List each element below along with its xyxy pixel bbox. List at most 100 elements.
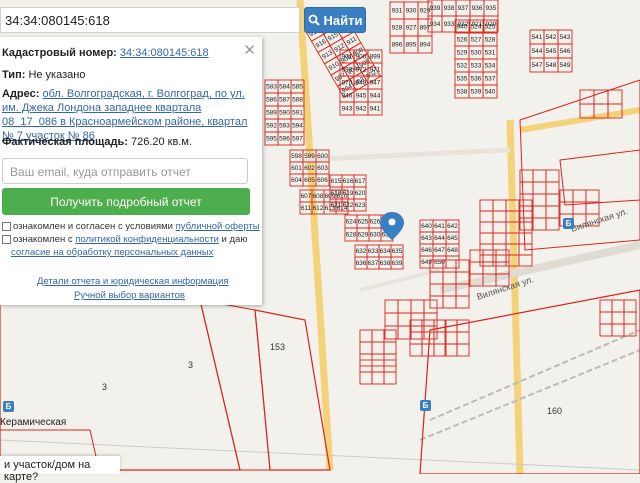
parcel-number: 526	[457, 37, 468, 44]
metro-poi[interactable]: Б	[3, 401, 14, 412]
parcel-label: 160	[547, 406, 562, 416]
personal-data-link[interactable]: согласие на обработку персональных данны…	[11, 247, 213, 258]
parcel-number: 592	[266, 123, 277, 130]
cadastral-link[interactable]: 34:34:080145:618	[120, 47, 209, 59]
address-link[interactable]: обл. Волгоградская, г. Волгоград, по ул.…	[2, 88, 247, 142]
parcel-number: 643	[421, 235, 432, 242]
parcel-number: 595	[266, 136, 277, 143]
parcel-number: 538	[457, 89, 468, 96]
privacy-checkbox[interactable]	[2, 235, 11, 244]
parcel-number: 630	[370, 232, 381, 239]
bus-stop-marker[interactable]: Б	[420, 400, 431, 411]
parcel-number: 594	[292, 123, 303, 130]
parcel-number: 611	[301, 205, 312, 212]
manual-select-link[interactable]: Ручной выбор вариантов	[74, 290, 185, 301]
parcel-number: 583	[266, 84, 277, 91]
offer-consent-text: ознакомлен и согласен с условиями публич…	[13, 220, 260, 233]
parcel-number: 547	[532, 62, 543, 69]
parcel-number: 599	[304, 153, 315, 160]
parcel-number: 603	[317, 165, 328, 172]
parcel-number: 527	[471, 37, 482, 44]
search-icon	[308, 14, 320, 26]
parcel-number: 534	[485, 63, 496, 70]
parcel-number: 589	[266, 110, 277, 117]
parcel-number: 587	[279, 97, 290, 104]
address-label: Адрес:	[2, 88, 40, 100]
parcel-number: 638	[380, 260, 391, 267]
find-button[interactable]: Найти	[304, 7, 366, 33]
parcel-number: 621	[331, 202, 342, 209]
parcel-number: 544	[532, 48, 543, 55]
cadastral-label: Кадастровый номер:	[2, 47, 117, 59]
parcel-number: 532	[457, 63, 468, 70]
find-property-prompt[interactable]: и участок/дом на карте?	[0, 456, 120, 483]
bus-stop-marker[interactable]: Б	[563, 218, 574, 229]
parcel-number: 633	[368, 248, 379, 255]
parcel-number: 930	[406, 8, 417, 15]
parcel-number: 931	[392, 8, 403, 15]
parcel-number: 639	[392, 260, 403, 267]
cadastral-row: Кадастровый номер: 34:34:080145:618	[2, 46, 250, 60]
consent-text: ознакомлен и согласен с условиями	[13, 221, 176, 232]
parcel-number: 588	[292, 97, 303, 104]
parcel-number: 900	[356, 54, 367, 61]
parcel-number: 608	[313, 193, 324, 200]
parcel-number: 605	[304, 177, 315, 184]
parcel-number: 971	[370, 67, 381, 74]
parcel-number: 898	[342, 67, 353, 74]
parcel-number: 941	[370, 106, 381, 113]
parcel-number: 944	[370, 93, 381, 100]
parcel-number: 618	[331, 190, 342, 197]
parcel-label: 3	[102, 382, 107, 392]
parcel-number: 939	[430, 5, 441, 12]
parcel-label: 153	[270, 342, 285, 352]
parcel-number: 604	[291, 177, 302, 184]
parcel-number: 539	[471, 89, 482, 96]
details-link[interactable]: Детали отчета и юридическая информация	[37, 276, 229, 287]
parcel-number: 530	[471, 50, 482, 57]
parcel-number: 596	[279, 136, 290, 143]
parcel-number: 645	[447, 235, 458, 242]
parcel-number: 598	[291, 153, 302, 160]
parcel-number: 535	[457, 76, 468, 83]
parcel-number: 585	[292, 84, 303, 91]
search-input[interactable]: 34:34:080145:618	[0, 7, 300, 33]
parcel-number: 970	[342, 80, 353, 87]
parcel-number: 946	[342, 93, 353, 100]
parcel-number: 607	[301, 193, 312, 200]
find-button-label: Найти	[323, 12, 363, 28]
parcel-number: 642	[447, 223, 458, 230]
parcel-number: 647	[434, 247, 445, 254]
parcel-number: 586	[266, 97, 277, 104]
parcel-number: 935	[486, 5, 497, 12]
parcel-number: 945	[356, 93, 367, 100]
parcel-number: 602	[304, 165, 315, 172]
parcel-number: 620	[355, 190, 366, 197]
info-panel: ✕ Кадастровый номер: 34:34:080145:618 Ти…	[0, 37, 262, 305]
parcel-number: 934	[430, 21, 441, 28]
area-label: Фактическая площадь:	[2, 136, 128, 148]
parcel-number: 619	[343, 190, 354, 197]
parcel-number: 928	[392, 25, 403, 32]
parcel-number: 948	[356, 80, 367, 87]
parcel-number: 525	[485, 24, 496, 31]
offer-link[interactable]: публичной оферты	[176, 221, 260, 232]
type-value: Не указано	[28, 69, 86, 81]
parcel-number: 644	[434, 235, 445, 242]
parcel-number: 894	[420, 42, 431, 49]
privacy-consent-text: ознакомлен с политикой конфиденциальност…	[11, 233, 259, 259]
parcel-number: 584	[279, 84, 290, 91]
keramicheskaya-label: Керамическая	[0, 417, 67, 428]
parcel-number: 933	[444, 21, 455, 28]
email-field[interactable]: Ваш email, куда отправить отчет	[2, 158, 248, 184]
parcel-number: 531	[485, 50, 496, 57]
get-report-button[interactable]: Получить подробный отчет	[2, 188, 250, 215]
parcel-number: 936	[472, 5, 483, 12]
parcel-number: 591	[292, 110, 303, 117]
parcel-number: 629	[358, 232, 369, 239]
parcel-number: 540	[485, 89, 496, 96]
offer-checkbox[interactable]	[2, 222, 11, 231]
parcel-number: 548	[546, 62, 557, 69]
parcel-number: 543	[560, 34, 571, 41]
privacy-link[interactable]: политикой конфиденциальности	[75, 234, 219, 245]
